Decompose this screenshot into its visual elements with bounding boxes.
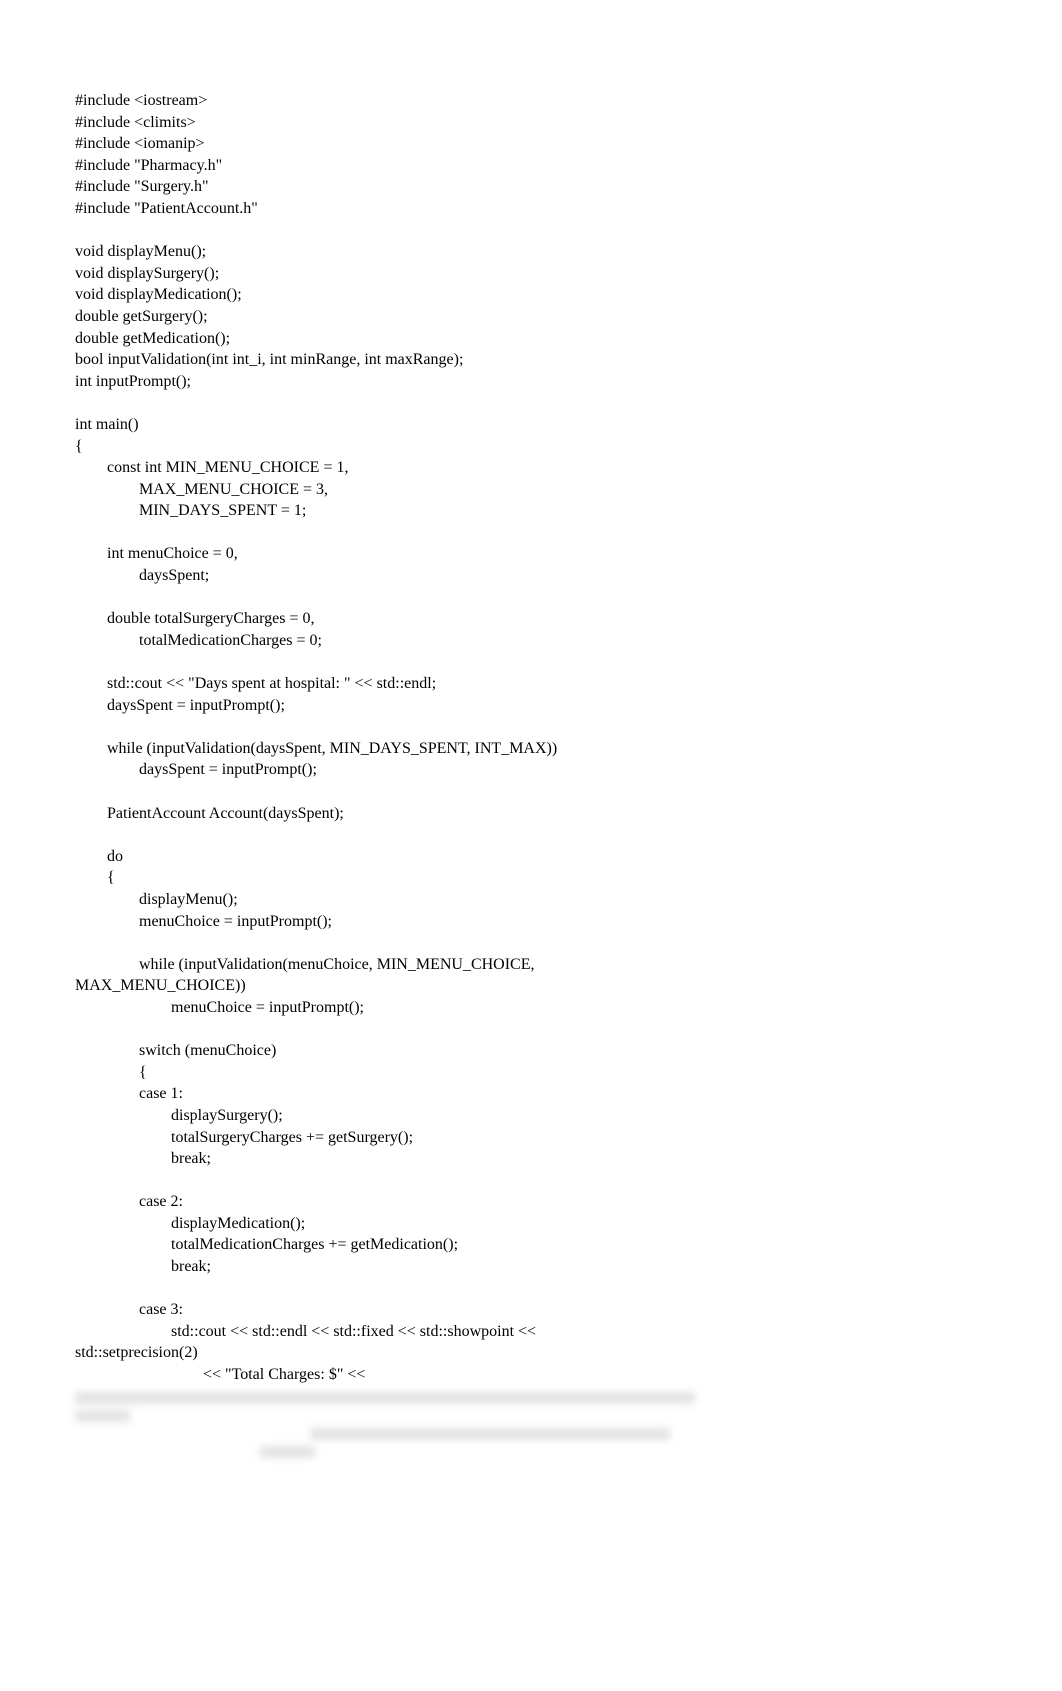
code-line: PatientAccount Account(daysSpent); xyxy=(75,803,1002,825)
code-line: #include "PatientAccount.h" xyxy=(75,198,1002,220)
code-line: void displaySurgery(); xyxy=(75,263,1002,285)
code-line: totalMedicationCharges += getMedication(… xyxy=(75,1234,1002,1256)
code-line: { xyxy=(75,436,1002,458)
code-line xyxy=(75,220,1002,242)
blurred-line xyxy=(310,1428,670,1440)
blurred-line xyxy=(260,1446,315,1458)
code-line: totalSurgeryCharges += getSurgery(); xyxy=(75,1127,1002,1149)
code-line: std::cout << "Days spent at hospital: " … xyxy=(75,673,1002,695)
code-line: do xyxy=(75,846,1002,868)
code-line: std::setprecision(2) xyxy=(75,1342,1002,1364)
code-line: double getMedication(); xyxy=(75,328,1002,350)
code-line: bool inputValidation(int int_i, int minR… xyxy=(75,349,1002,371)
code-line: int menuChoice = 0, xyxy=(75,543,1002,565)
code-line: case 3: xyxy=(75,1299,1002,1321)
code-line: MIN_DAYS_SPENT = 1; xyxy=(75,500,1002,522)
document-page: #include <iostream>#include <climits>#in… xyxy=(0,0,1062,1524)
code-line: while (inputValidation(menuChoice, MIN_M… xyxy=(75,954,1002,976)
code-line: while (inputValidation(daysSpent, MIN_DA… xyxy=(75,738,1002,760)
code-line xyxy=(75,1170,1002,1192)
code-line: daysSpent = inputPrompt(); xyxy=(75,759,1002,781)
code-block: #include <iostream>#include <climits>#in… xyxy=(75,90,1002,1386)
code-line: { xyxy=(75,1062,1002,1084)
code-line xyxy=(75,651,1002,673)
code-line: { xyxy=(75,867,1002,889)
code-line xyxy=(75,392,1002,414)
code-line xyxy=(75,1278,1002,1300)
blurred-line xyxy=(75,1392,695,1404)
blurred-line xyxy=(75,1410,130,1422)
code-line: MAX_MENU_CHOICE)) xyxy=(75,975,1002,997)
code-line: menuChoice = inputPrompt(); xyxy=(75,997,1002,1019)
code-line: break; xyxy=(75,1148,1002,1170)
blurred-content-region xyxy=(75,1392,1002,1458)
code-line: daysSpent; xyxy=(75,565,1002,587)
code-line: double totalSurgeryCharges = 0, xyxy=(75,608,1002,630)
code-line: << "Total Charges: $" << xyxy=(75,1364,1002,1386)
code-line: switch (menuChoice) xyxy=(75,1040,1002,1062)
code-line xyxy=(75,781,1002,803)
code-line: menuChoice = inputPrompt(); xyxy=(75,911,1002,933)
code-line xyxy=(75,824,1002,846)
code-line: double getSurgery(); xyxy=(75,306,1002,328)
code-line: #include <iostream> xyxy=(75,90,1002,112)
code-line: #include "Surgery.h" xyxy=(75,176,1002,198)
code-line xyxy=(75,932,1002,954)
code-line: void displayMenu(); xyxy=(75,241,1002,263)
code-line xyxy=(75,587,1002,609)
code-line: displaySurgery(); xyxy=(75,1105,1002,1127)
code-line: std::cout << std::endl << std::fixed << … xyxy=(75,1321,1002,1343)
code-line xyxy=(75,522,1002,544)
code-line: totalMedicationCharges = 0; xyxy=(75,630,1002,652)
code-line: int inputPrompt(); xyxy=(75,371,1002,393)
code-line xyxy=(75,1019,1002,1041)
code-line: case 2: xyxy=(75,1191,1002,1213)
code-line: #include <iomanip> xyxy=(75,133,1002,155)
code-line: MAX_MENU_CHOICE = 3, xyxy=(75,479,1002,501)
code-line: void displayMedication(); xyxy=(75,284,1002,306)
code-line xyxy=(75,716,1002,738)
code-line: daysSpent = inputPrompt(); xyxy=(75,695,1002,717)
code-line: #include <climits> xyxy=(75,112,1002,134)
code-line: displayMenu(); xyxy=(75,889,1002,911)
code-line: displayMedication(); xyxy=(75,1213,1002,1235)
code-line: break; xyxy=(75,1256,1002,1278)
code-line: case 1: xyxy=(75,1083,1002,1105)
code-line: const int MIN_MENU_CHOICE = 1, xyxy=(75,457,1002,479)
code-line: #include "Pharmacy.h" xyxy=(75,155,1002,177)
code-line: int main() xyxy=(75,414,1002,436)
